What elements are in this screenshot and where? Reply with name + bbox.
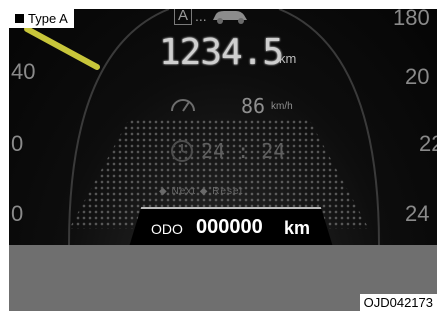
mode-letter: A <box>174 9 193 25</box>
clock-icon <box>171 140 193 162</box>
car-icon <box>212 11 247 24</box>
type-label: Type A <box>9 9 74 28</box>
speedometer-icon <box>171 99 195 112</box>
odometer-value: 000000 <box>196 216 263 238</box>
tick-right-1: 180 <box>393 9 430 30</box>
figure-frame: A ... 1234.5 km 86 km/h 24 : 24 ◆ Next ◆… <box>9 9 437 311</box>
mode-dots: ... <box>195 9 207 24</box>
tick-left-2: 0 <box>11 131 24 156</box>
odometer-unit: km <box>284 218 311 238</box>
elapsed-time-value: 24 : 24 <box>201 139 286 163</box>
mode-indicator: A ... <box>174 9 250 25</box>
tick-right-2: 20 <box>405 64 430 89</box>
odometer-label: ODO <box>151 221 183 237</box>
average-speed-value: 86 <box>241 94 266 118</box>
average-speed-unit: km/h <box>271 101 293 112</box>
navigation-hint: ◆ Next ◆ Reset <box>159 186 244 197</box>
type-label-text: Type A <box>28 11 68 26</box>
tick-left-1: 40 <box>11 59 36 84</box>
tick-left-3: 0 <box>11 201 24 226</box>
tick-right-4: 24 <box>405 201 430 226</box>
tick-right-3: 22 <box>419 131 437 156</box>
trip-distance-unit: km <box>279 51 297 66</box>
instrument-cluster-display: A ... 1234.5 km 86 km/h 24 : 24 ◆ Next ◆… <box>9 9 437 245</box>
square-bullet-icon <box>15 14 24 23</box>
figure-code: OJD042173 <box>359 294 437 311</box>
